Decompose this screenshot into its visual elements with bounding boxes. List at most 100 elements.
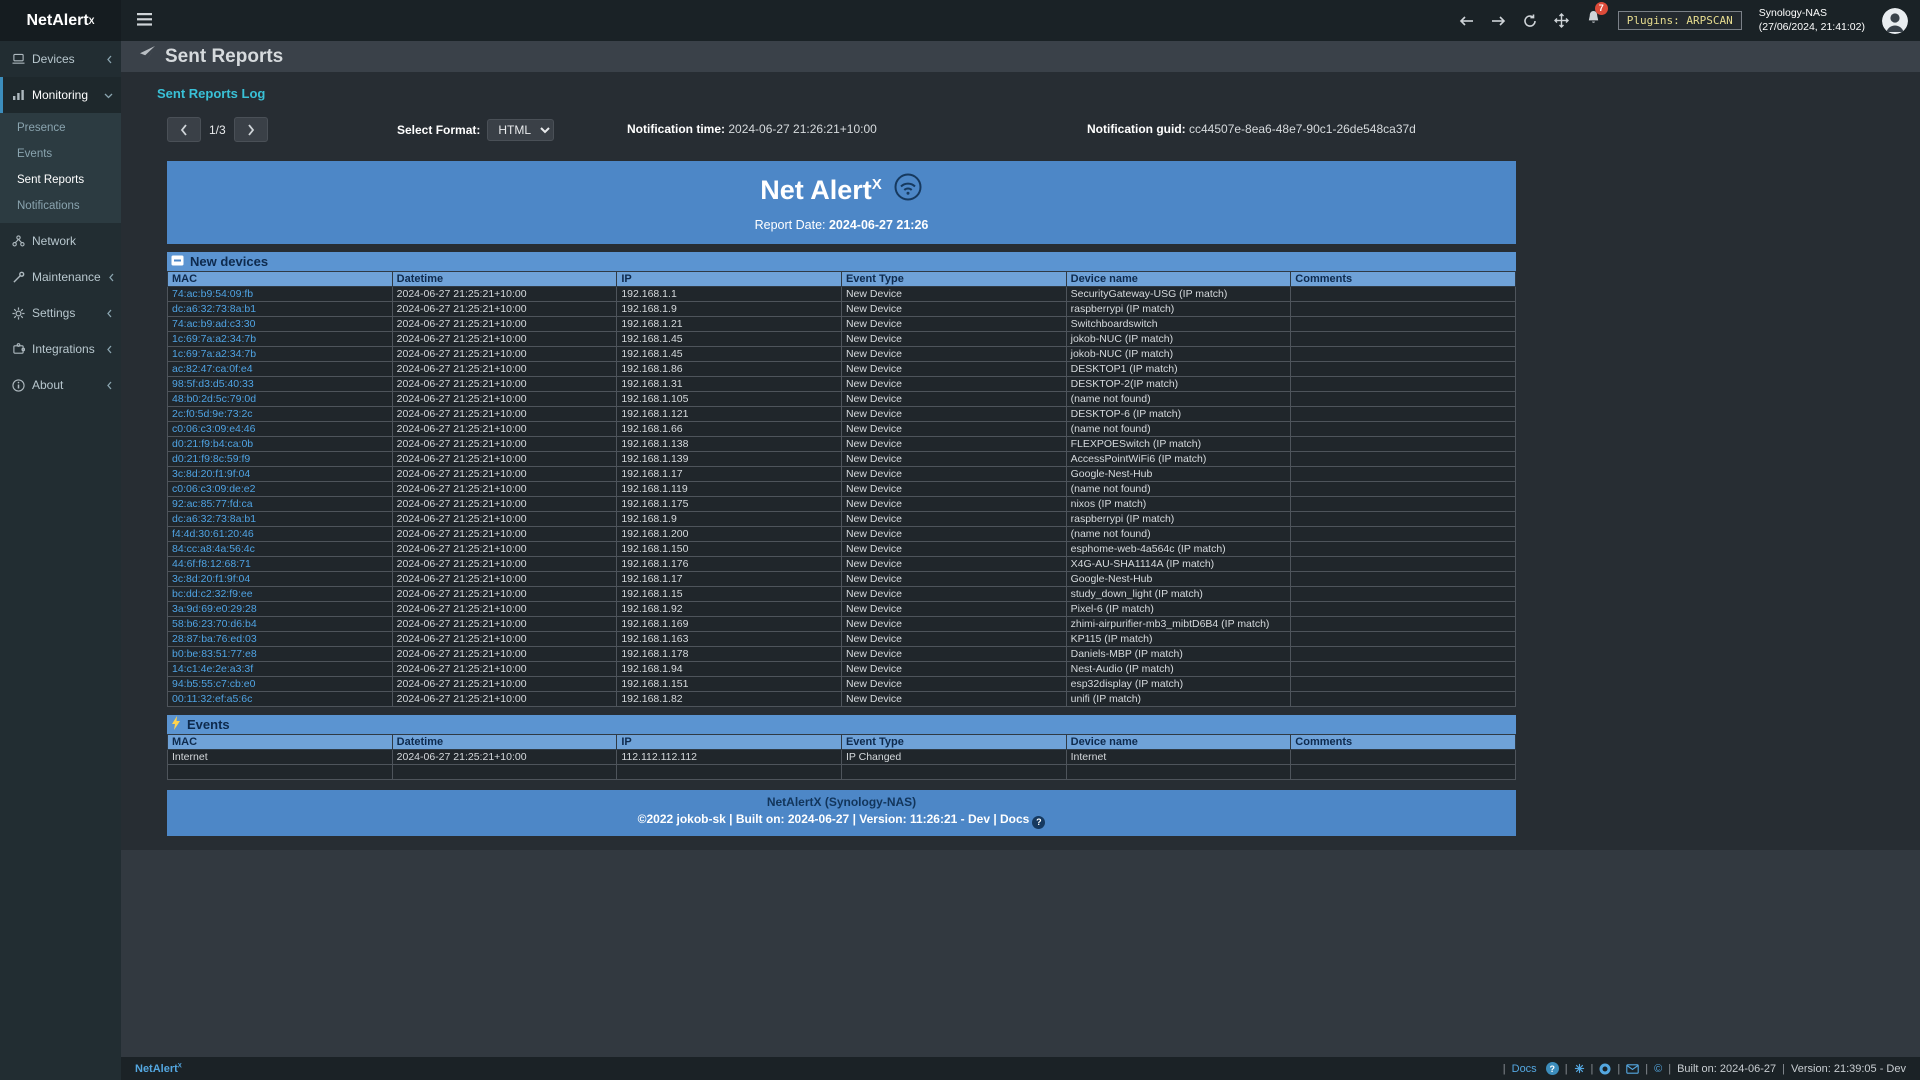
comments-cell <box>1291 317 1516 332</box>
footer-docs-link[interactable]: Docs <box>1512 1063 1537 1075</box>
user-avatar[interactable] <box>1882 8 1908 34</box>
ip-cell: 192.168.1.17 <box>617 467 842 482</box>
event-type-cell: New Device <box>841 572 1066 587</box>
move-icon[interactable] <box>1554 13 1569 28</box>
event-type-cell: New Device <box>841 647 1066 662</box>
sidebar-item-integrations[interactable]: Integrations <box>0 331 121 367</box>
forward-icon[interactable] <box>1491 15 1506 27</box>
mac-cell[interactable]: 28:87:ba:76:ed:03 <box>168 632 393 647</box>
event-type-cell: New Device <box>841 467 1066 482</box>
device-name-cell: zhimi-airpurifier-mb3_mibtD6B4 (IP match… <box>1066 617 1291 632</box>
prev-page-button[interactable] <box>167 117 201 142</box>
table-header-row: MAC Datetime IP Event Type Device name C… <box>168 272 1516 287</box>
sidebar-item-network[interactable]: Network <box>0 223 121 259</box>
column-header-ip: IP <box>617 735 842 750</box>
email-icon[interactable] <box>1626 1064 1639 1074</box>
mac-cell[interactable]: 3a:9d:69:e0:29:28 <box>168 602 393 617</box>
mac-cell[interactable]: 1c:69:7a:a2:34:7b <box>168 332 393 347</box>
brand-logo[interactable]: NetAlertX <box>0 0 121 41</box>
event-type-cell: New Device <box>841 332 1066 347</box>
separator: | <box>1591 1063 1594 1075</box>
column-header-comments: Comments <box>1291 272 1516 287</box>
next-page-button[interactable] <box>234 117 268 142</box>
footer-version: Version: 21:39:05 - Dev <box>1791 1063 1906 1075</box>
mac-cell[interactable]: 3c:8d:20:f1:9f:04 <box>168 572 393 587</box>
mac-cell[interactable]: 84:cc:a8:4a:56:4c <box>168 542 393 557</box>
datetime-cell: 2024-06-27 21:25:21+10:00 <box>392 542 617 557</box>
mac-cell[interactable]: 98:5f:d3:d5:40:33 <box>168 377 393 392</box>
sidebar-item-notifications[interactable]: Notifications <box>0 193 121 219</box>
mac-cell[interactable]: 74:ac:b9:54:09:fb <box>168 287 393 302</box>
empty-cell <box>841 765 1066 780</box>
mac-cell[interactable]: dc:a6:32:73:8a:b1 <box>168 302 393 317</box>
refresh-icon[interactable] <box>1523 14 1537 28</box>
report-table-row: 48:b0:2d:5c:79:0d2024-06-27 21:25:21+10:… <box>168 392 1516 407</box>
mac-cell[interactable]: 44:6f:f8:12:68:71 <box>168 557 393 572</box>
sidebar-item-presence[interactable]: Presence <box>0 115 121 141</box>
mac-cell[interactable]: bc:dd:c2:32:f9:ee <box>168 587 393 602</box>
sidebar-item-events[interactable]: Events <box>0 141 121 167</box>
mac-cell[interactable]: 92:ac:85:77:fd:ca <box>168 497 393 512</box>
laptop-icon <box>12 53 25 65</box>
mac-cell[interactable]: c0:06:c3:09:de:e2 <box>168 482 393 497</box>
ip-cell: 192.168.1.150 <box>617 542 842 557</box>
report-date: Report Date: 2024-06-27 21:26 <box>167 218 1516 232</box>
mac-cell[interactable]: dc:a6:32:73:8a:b1 <box>168 512 393 527</box>
mac-cell[interactable]: 00:11:32:ef:a5:6c <box>168 692 393 707</box>
page-indicator: 1/3 <box>209 123 226 137</box>
mac-cell[interactable]: 94:b5:55:c7:cb:e0 <box>168 677 393 692</box>
mac-cell[interactable]: 74:ac:b9:ad:c3:30 <box>168 317 393 332</box>
sidebar-item-maintenance[interactable]: Maintenance <box>0 259 121 295</box>
mac-cell[interactable]: b0:be:83:51:77:e8 <box>168 647 393 662</box>
back-icon[interactable] <box>1459 15 1474 27</box>
docs-help-icon[interactable]: ? <box>1032 816 1045 829</box>
device-name-cell: KP115 (IP match) <box>1066 632 1291 647</box>
mac-cell[interactable]: f4:4d:30:61:20:46 <box>168 527 393 542</box>
mac-cell[interactable]: 2c:f0:5d:9e:73:2c <box>168 407 393 422</box>
footer-brand[interactable]: NetAlertX <box>135 1063 182 1075</box>
mac-cell[interactable]: 14:c1:4e:2e:a3:3f <box>168 662 393 677</box>
event-type-cell: New Device <box>841 632 1066 647</box>
plugins-badge[interactable]: Plugins: ARPSCAN <box>1618 11 1742 30</box>
top-navbar: NetAlertX 7 Plugins: ARPSCAN Synology-NA… <box>0 0 1920 41</box>
report-footer-title: NetAlertX (Synology-NAS) <box>167 795 1516 809</box>
mac-cell[interactable]: d0:21:f9:b4:ca:0b <box>168 437 393 452</box>
mac-cell[interactable]: 1c:69:7a:a2:34:7b <box>168 347 393 362</box>
sidebar-item-about[interactable]: About <box>0 367 121 403</box>
ip-cell: 192.168.1.21 <box>617 317 842 332</box>
sidebar-item-sent-reports[interactable]: Sent Reports <box>0 167 121 193</box>
sidebar-toggle-button[interactable] <box>121 0 167 41</box>
help-icon[interactable]: ? <box>1546 1062 1559 1075</box>
event-type-cell: New Device <box>841 662 1066 677</box>
notifications-button[interactable]: 7 <box>1586 10 1601 31</box>
mac-cell[interactable]: ac:82:47:ca:0f:e4 <box>168 362 393 377</box>
sidebar-item-devices[interactable]: Devices <box>0 41 121 77</box>
mac-cell[interactable]: 3c:8d:20:f1:9f:04 <box>168 467 393 482</box>
paper-plane-icon <box>139 45 156 68</box>
host-time: (27/06/2024, 21:41:02) <box>1759 21 1865 35</box>
github-icon[interactable] <box>1599 1063 1611 1075</box>
mac-cell[interactable]: 48:b0:2d:5c:79:0d <box>168 392 393 407</box>
mac-cell[interactable]: 58:b6:23:70:d6:b4 <box>168 617 393 632</box>
bug-report-icon[interactable] <box>1574 1063 1585 1074</box>
ip-cell: 192.168.1.9 <box>617 302 842 317</box>
sidebar-item-monitoring[interactable]: Monitoring <box>0 77 121 113</box>
copyright-icon[interactable]: © <box>1654 1063 1662 1075</box>
mac-cell[interactable]: c0:06:c3:09:e4:46 <box>168 422 393 437</box>
sidebar-item-settings[interactable]: Settings <box>0 295 121 331</box>
device-name-cell: Internet <box>1066 750 1291 765</box>
footer-links: | Docs ? | | | | © | Built on: 2024-06-2… <box>1503 1062 1906 1075</box>
pagination: 1/3 <box>167 117 268 142</box>
device-name-cell: DESKTOP1 (IP match) <box>1066 362 1291 377</box>
report-table-row: 74:ac:b9:ad:c3:302024-06-27 21:25:21+10:… <box>168 317 1516 332</box>
chart-icon <box>12 89 25 101</box>
ip-cell: 192.168.1.200 <box>617 527 842 542</box>
sent-reports-log-link[interactable]: Sent Reports Log <box>157 86 265 101</box>
device-name-cell: X4G-AU-SHA1114A (IP match) <box>1066 557 1291 572</box>
notification-time: Notification time: 2024-06-27 21:26:21+1… <box>627 122 877 136</box>
separator: | <box>1503 1063 1506 1075</box>
mac-cell[interactable]: d0:21:f9:8c:59:f9 <box>168 452 393 467</box>
event-type-cell: New Device <box>841 512 1066 527</box>
report-table-row: bc:dd:c2:32:f9:ee2024-06-27 21:25:21+10:… <box>168 587 1516 602</box>
format-select[interactable]: HTML <box>487 119 554 141</box>
